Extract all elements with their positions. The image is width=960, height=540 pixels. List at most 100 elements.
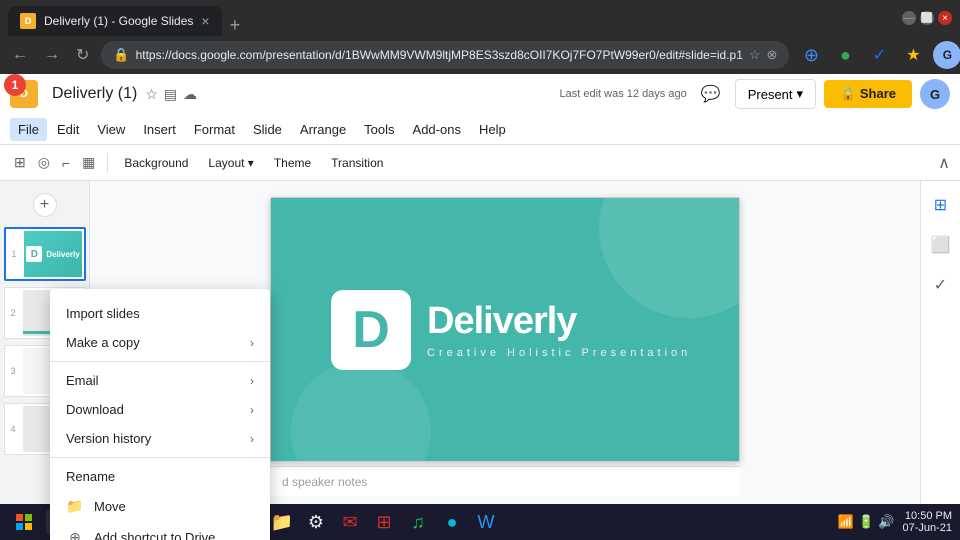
menu-addons[interactable]: Add-ons	[405, 118, 469, 141]
maximize-button[interactable]: ⬜	[920, 11, 934, 25]
refresh-button[interactable]: ↻	[72, 41, 93, 69]
import-slides-label: Import slides	[66, 306, 140, 321]
toolbar-layout[interactable]: Layout ▾	[200, 152, 261, 174]
window-controls: — ⬜ ×	[902, 11, 952, 25]
add-slide-button[interactable]: +	[33, 193, 57, 217]
menu-slide[interactable]: Slide	[245, 118, 290, 141]
slide-text-area: Deliverly Creative Holistic Presentation	[427, 300, 691, 359]
title-icons: ☆ ▤ ☁	[145, 86, 197, 103]
share-icon[interactable]: ⊗	[767, 47, 778, 63]
toolbar-background[interactable]: Background	[116, 152, 196, 174]
maximize-icon: ⬜	[921, 13, 933, 24]
menu-file-label: File	[18, 122, 39, 137]
right-panel: ⊞ ⬜ ✓ +	[920, 181, 960, 540]
toolbar-theme[interactable]: Theme	[266, 152, 319, 174]
ext-icon-1[interactable]: ⊕	[797, 41, 825, 69]
ext-icon-2[interactable]: ●	[831, 41, 859, 69]
email-arrow: ›	[250, 374, 254, 388]
menu-insert-label: Insert	[143, 122, 176, 137]
forward-button[interactable]: →	[40, 42, 64, 68]
cloud-icon[interactable]: ☁	[183, 86, 197, 103]
ext-icon-3[interactable]: ✓	[865, 41, 893, 69]
toolbar-collapse-button[interactable]: ∧	[938, 153, 950, 173]
toolbar-text-icon[interactable]: ▦	[78, 150, 99, 175]
user-avatar[interactable]: G	[920, 79, 950, 109]
taskbar-time-text: 10:50 PM	[902, 510, 952, 522]
shortcut-icon: ⊕	[66, 529, 84, 540]
close-icon: ×	[942, 13, 948, 24]
menu-entry-add-shortcut[interactable]: ⊕ Add shortcut to Drive	[50, 522, 270, 540]
slide-num-1: 1	[8, 249, 20, 259]
menu-arrange-label: Arrange	[300, 122, 346, 137]
star-icon[interactable]: ☆	[749, 47, 761, 63]
step-1-label: 1	[12, 78, 19, 92]
taskbar-app-settings[interactable]: ⚙	[300, 506, 332, 538]
toolbar-zoom-icon[interactable]: ⊞	[10, 150, 30, 175]
taskbar-app-office[interactable]: ⊞	[368, 506, 400, 538]
toolbar-transition[interactable]: Transition	[323, 152, 391, 174]
right-panel-theme-btn[interactable]: ⬜	[925, 229, 957, 261]
ext-icon-4[interactable]: ★	[899, 41, 927, 69]
app-container: 1 D Deliverly (1) ☆ ▤ ☁ Last edit was 12…	[0, 74, 960, 540]
menu-entry-download[interactable]: Download ›	[50, 395, 270, 424]
slide-logo-area: D Deliverly Creative Holistic Presentati…	[331, 290, 691, 370]
share-button[interactable]: 🔒 Share	[824, 80, 912, 108]
slide-thumbnail-1[interactable]: 1 D Deliverly	[4, 227, 86, 281]
menu-entry-rename[interactable]: Rename	[50, 462, 270, 491]
taskbar-app-green[interactable]: ●	[436, 506, 468, 538]
right-panel-animate-btn[interactable]: ✓	[925, 269, 957, 301]
make-copy-label: Make a copy	[66, 335, 140, 350]
present-label: Present	[748, 87, 793, 102]
bg-shape-2	[291, 361, 431, 462]
menu-arrange[interactable]: Arrange	[292, 118, 354, 141]
menu-section-3: Rename 📁 Move ⊕ Add shortcut to Drive 🗑 …	[50, 458, 270, 540]
menu-entry-make-copy[interactable]: Make a copy ›	[50, 328, 270, 357]
tab-favicon-label: D	[25, 16, 32, 26]
taskbar-app-word[interactable]: W	[470, 506, 502, 538]
menu-view[interactable]: View	[89, 118, 133, 141]
slide-canvas[interactable]: D Deliverly Creative Holistic Presentati…	[270, 197, 740, 462]
taskbar-app-mail[interactable]: ✉	[334, 506, 366, 538]
active-tab[interactable]: D Deliverly (1) - Google Slides ×	[8, 6, 222, 36]
share-label: 🔒 Share	[840, 86, 896, 102]
menu-help[interactable]: Help	[471, 118, 514, 141]
taskbar-system-icons: 📶 🔋 🔊	[838, 514, 895, 530]
taskbar-right: 📶 🔋 🔊 10:50 PM 07-Jun-21	[838, 510, 952, 534]
right-panel-slides-btn[interactable]: ⊞	[925, 189, 957, 221]
menu-addons-label: Add-ons	[413, 122, 461, 137]
windows-start-button[interactable]	[8, 506, 40, 538]
app-header: 1 D Deliverly (1) ☆ ▤ ☁ Last edit was 12…	[0, 74, 960, 145]
menu-tools[interactable]: Tools	[356, 118, 402, 141]
step-1-badge: 1	[4, 74, 26, 96]
menu-edit[interactable]: Edit	[49, 118, 87, 141]
new-tab-button[interactable]: +	[222, 15, 249, 36]
present-button[interactable]: Present ▾	[735, 79, 816, 109]
menu-entry-move[interactable]: 📁 Move	[50, 491, 270, 522]
menu-entry-email[interactable]: Email ›	[50, 366, 270, 395]
extension-icons: ⊕ ● ✓ ★ G ⋮	[797, 41, 960, 69]
address-box[interactable]: 🔒 https://docs.google.com/presentation/d…	[101, 41, 789, 69]
minimize-button[interactable]: —	[902, 11, 916, 25]
speaker-notes[interactable]: d speaker notes	[270, 466, 740, 496]
toolbar-background-label: Background	[124, 156, 188, 170]
star-icon[interactable]: ☆	[145, 86, 158, 103]
slide-num-2: 2	[7, 308, 19, 318]
comments-button[interactable]: 💬	[695, 78, 727, 110]
close-button[interactable]: ×	[938, 11, 952, 25]
taskbar-app-explorer[interactable]: 📁	[266, 506, 298, 538]
menu-file[interactable]: File	[10, 118, 47, 141]
menu-entry-import-slides[interactable]: Import slides	[50, 299, 270, 328]
back-button[interactable]: ←	[8, 42, 32, 68]
menu-help-label: Help	[479, 122, 506, 137]
menu-entry-version-history[interactable]: Version history ›	[50, 424, 270, 453]
profile-avatar[interactable]: G	[933, 41, 960, 69]
tab-close-button[interactable]: ×	[201, 13, 209, 29]
taskbar-app-music[interactable]: ♫	[402, 506, 434, 538]
menu-format[interactable]: Format	[186, 118, 243, 141]
taskbar-date-text: 07-Jun-21	[902, 522, 952, 534]
toolbar-shape-icon[interactable]: ⌐	[58, 151, 74, 175]
menu-insert[interactable]: Insert	[135, 118, 184, 141]
toolbar-select-icon[interactable]: ◎	[34, 150, 54, 175]
drive-icon[interactable]: ▤	[164, 86, 177, 103]
speaker-notes-text: d speaker notes	[282, 475, 367, 489]
